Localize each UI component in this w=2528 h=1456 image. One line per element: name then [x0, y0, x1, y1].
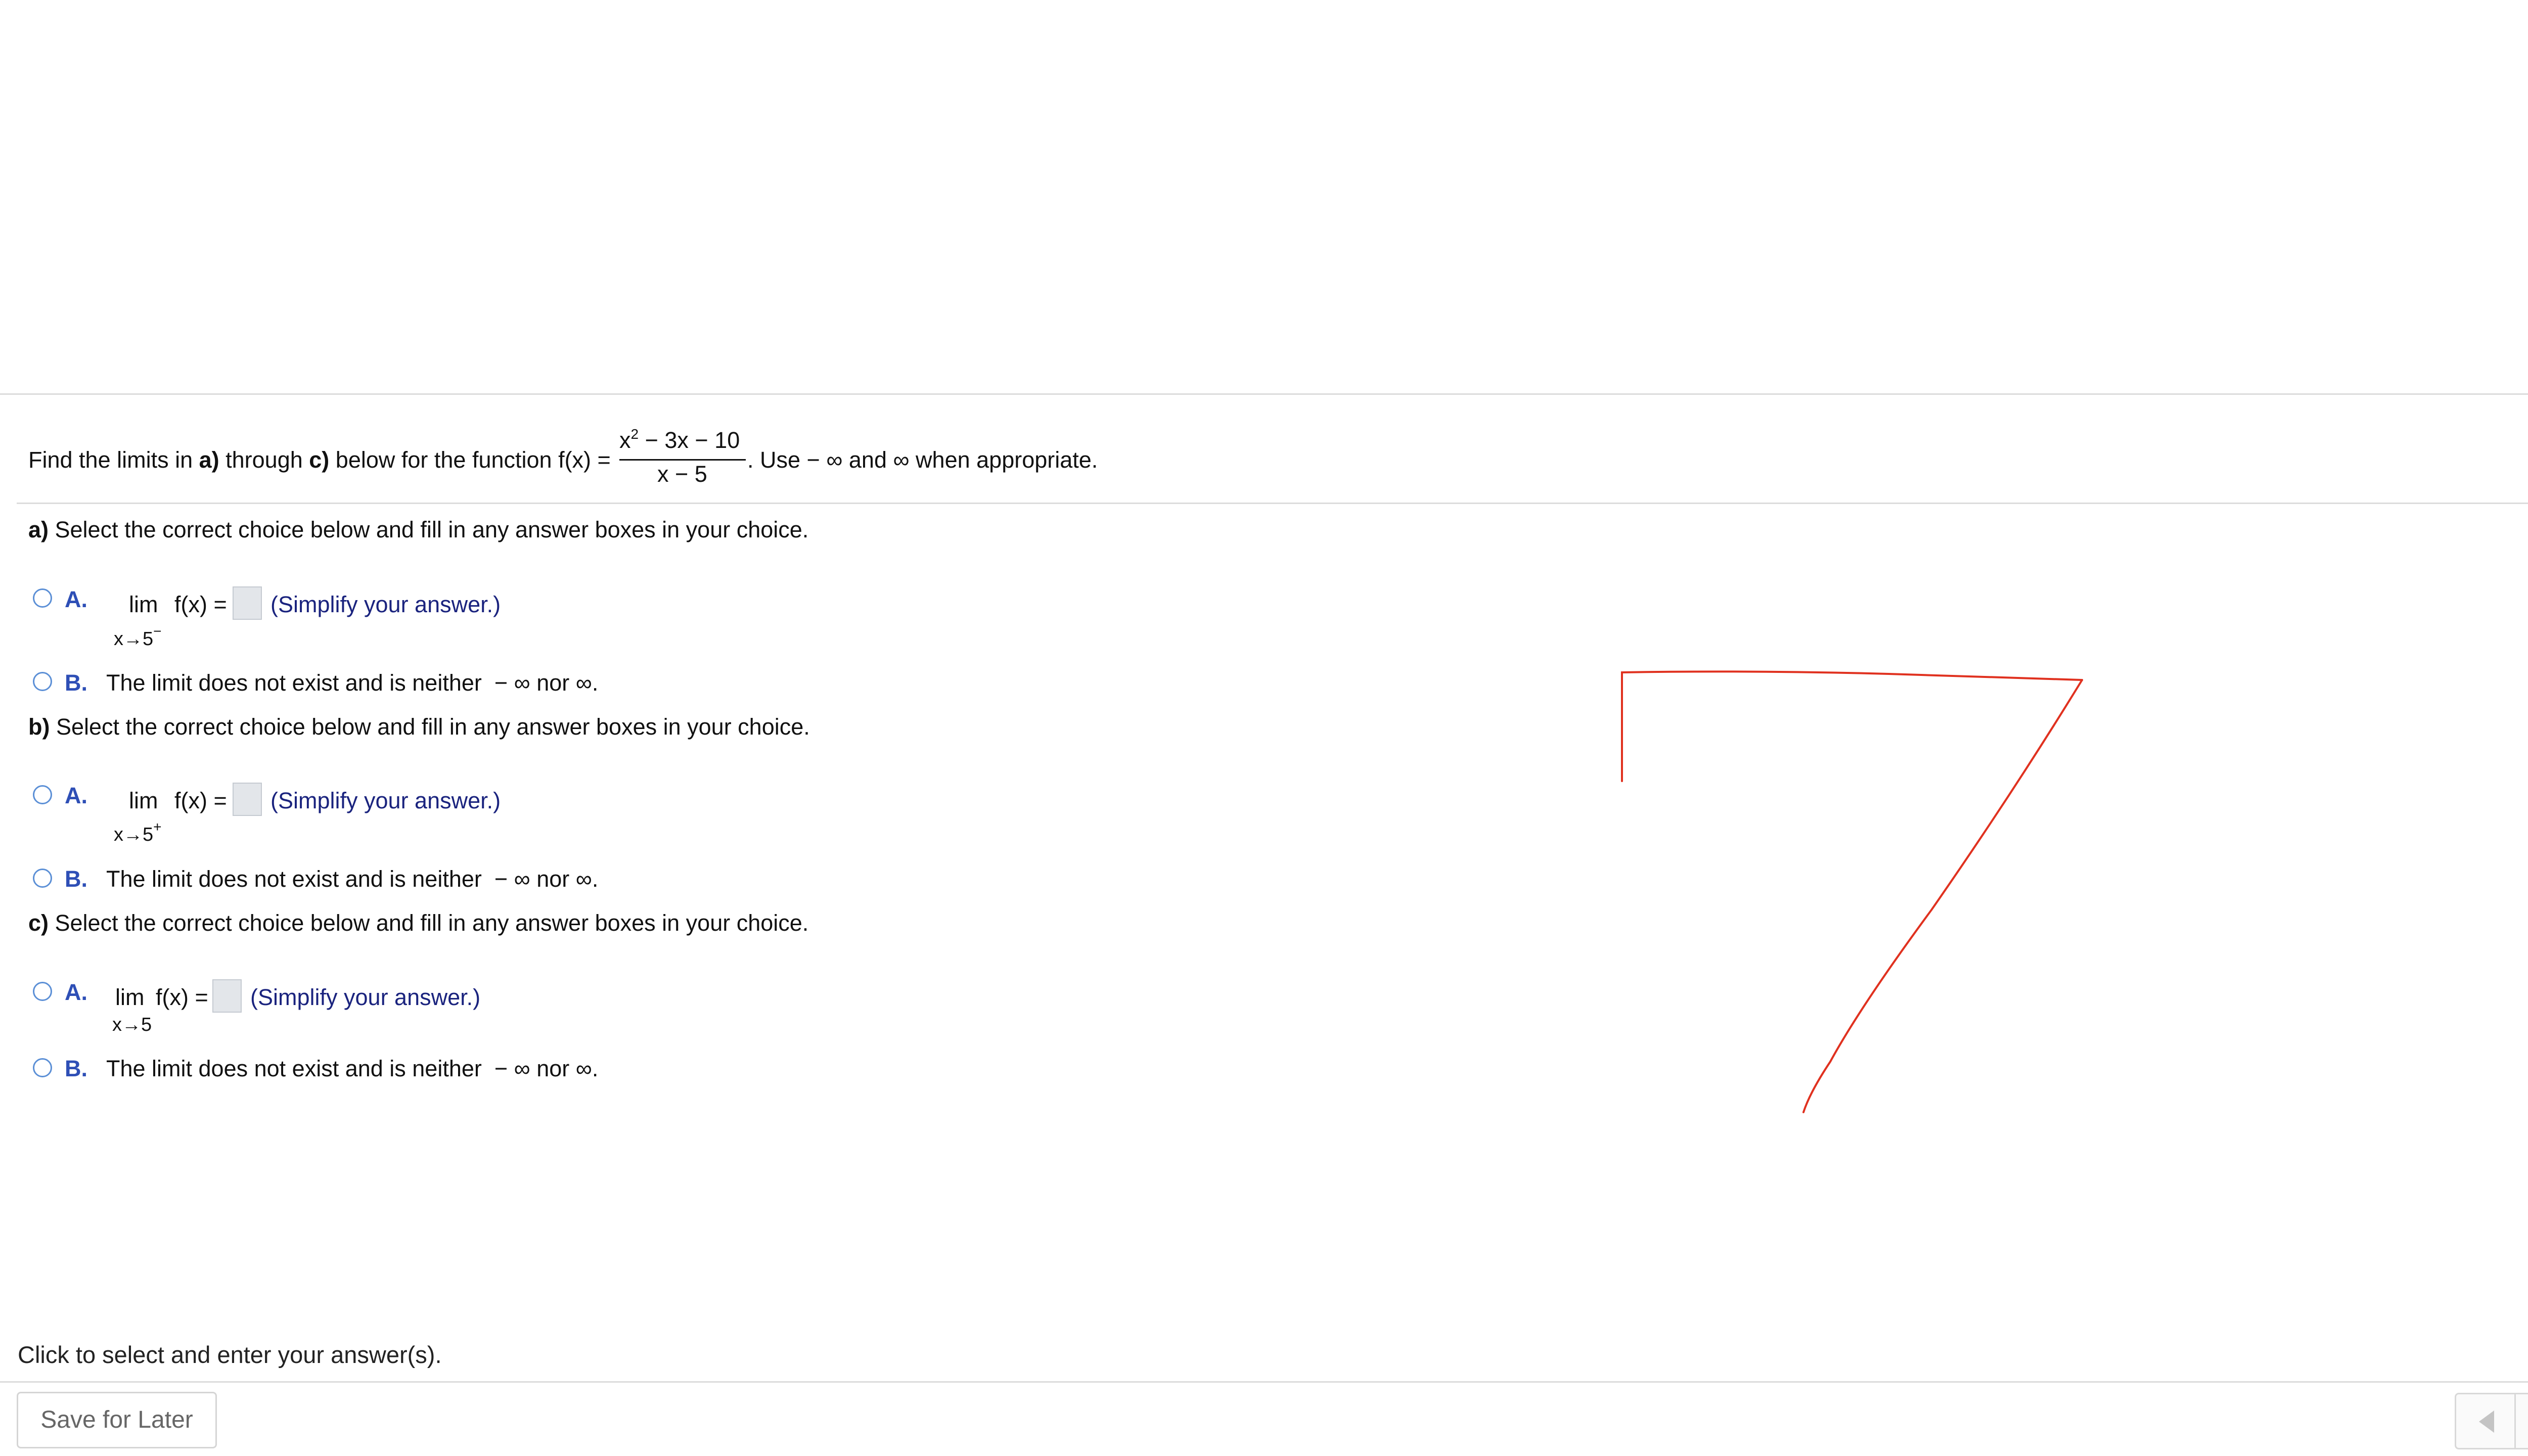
part-b-lim: lim [129, 788, 158, 813]
part-a-choice-b-letter: B. [65, 670, 87, 696]
part-b-approach-text: x→5 [114, 824, 154, 845]
intro-text-2: through [219, 447, 309, 473]
part-b-choice-b-letter: B. [65, 866, 87, 892]
part-b-answer-box[interactable] [233, 783, 262, 816]
part-c-approach-text: x→5 [112, 1014, 152, 1035]
footer-instruction: Click to select and enter your answer(s)… [18, 1341, 442, 1368]
fraction-denominator: x − 5 [657, 461, 707, 487]
part-b-choice-b-text: The limit does not exist and is neither … [106, 866, 599, 892]
part-a-choice-a-letter: A. [65, 586, 87, 612]
top-divider [0, 393, 2528, 395]
part-b-label: b) [28, 714, 50, 740]
part-c-approach: x→5 [112, 1014, 152, 1036]
question-statement: Find the limits in a) through c) below f… [28, 447, 611, 473]
part-b-prompt-text: Select the correct choice below and fill… [50, 714, 810, 740]
part-b-choice-a-letter: A. [65, 783, 87, 808]
part-c-choice-b-letter: B. [65, 1056, 87, 1081]
part-b-approach: x→5+ [114, 819, 162, 846]
nav-separator [2514, 1394, 2516, 1448]
part-c-hint: (Simplify your answer.) [250, 984, 481, 1010]
part-b-hint: (Simplify your answer.) [270, 788, 501, 813]
part-a-fx: f(x) = [174, 592, 227, 617]
previous-triangle-icon[interactable] [2479, 1410, 2494, 1433]
numerator-exponent: 2 [630, 426, 639, 442]
save-for-later-button[interactable]: Save for Later [17, 1392, 217, 1448]
part-c-choice-a-radio[interactable] [33, 982, 52, 1001]
part-a-choice-b-radio[interactable] [33, 672, 52, 691]
intro-part-a: a) [199, 447, 219, 473]
part-c-choice-b-radio[interactable] [33, 1058, 52, 1077]
part-a-prompt-text: Select the correct choice below and fill… [49, 517, 809, 542]
part-c-prompt: c) Select the correct choice below and f… [28, 910, 808, 936]
part-a-label: a) [28, 517, 49, 542]
intro-text-3: below for the function f(x) = [329, 447, 611, 473]
question-nav [2455, 1393, 2528, 1449]
part-b-fx: f(x) = [174, 788, 227, 813]
part-a-lim: lim [129, 592, 158, 617]
part-c-answer-box[interactable] [212, 979, 242, 1013]
part-a-choice-a-radio[interactable] [33, 588, 52, 608]
part-b-choice-b-radio[interactable] [33, 869, 52, 888]
numerator-rest: − 3x − 10 [639, 427, 740, 453]
part-a-approach-sign: − [153, 623, 162, 639]
part-c-fx: f(x) = [156, 984, 208, 1010]
footer-divider [0, 1381, 2528, 1383]
part-b-approach-sign: + [153, 819, 162, 835]
part-b-prompt: b) Select the correct choice below and f… [28, 714, 810, 740]
part-c-choice-a-letter: A. [65, 979, 87, 1005]
part-a-prompt: a) Select the correct choice below and f… [28, 517, 808, 543]
part-c-label: c) [28, 910, 49, 936]
part-a-choice-b-text: The limit does not exist and is neither … [106, 670, 599, 696]
intro-part-c: c) [309, 447, 330, 473]
fraction-bar [619, 459, 746, 461]
part-b-choice-a-radio[interactable] [33, 785, 52, 804]
intro-text-1: Find the limits in [28, 447, 199, 473]
numerator-x: x [619, 427, 631, 453]
part-a-hint: (Simplify your answer.) [270, 592, 501, 617]
part-c-prompt-text: Select the correct choice below and fill… [49, 910, 809, 936]
part-a-approach-text: x→5 [114, 628, 154, 650]
fraction-numerator: x2 − 3x − 10 [619, 426, 740, 453]
part-c-lim: lim [115, 984, 145, 1010]
part-c-choice-b-text: The limit does not exist and is neither … [106, 1056, 599, 1081]
intro-tail: . Use − ∞ and ∞ when appropriate. [747, 447, 1098, 473]
part-a-approach: x→5− [114, 623, 162, 650]
question-divider [17, 503, 2528, 504]
part-a-answer-box[interactable] [233, 586, 262, 620]
